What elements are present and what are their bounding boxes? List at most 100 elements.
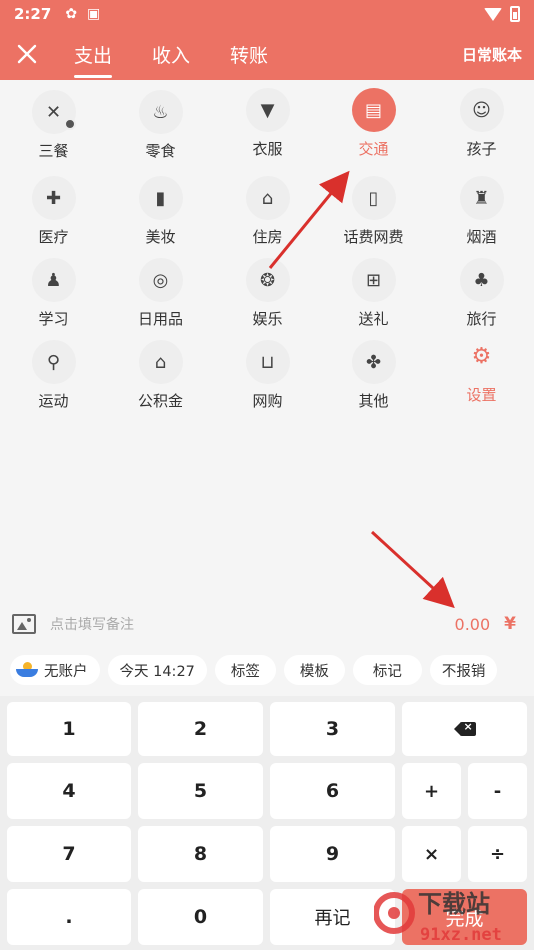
minus-button[interactable]: - bbox=[468, 763, 527, 819]
category-daily-goods[interactable]: ◎ 日用品 bbox=[107, 258, 214, 329]
gift-icon: ⊞ bbox=[351, 258, 396, 302]
category-online-shopping[interactable]: ⊔ 网购 bbox=[214, 340, 321, 411]
category-label: 孩子 bbox=[466, 140, 497, 158]
category-phone-bill[interactable]: ▯ 话费网费 bbox=[320, 176, 427, 247]
category-label: 三餐 bbox=[38, 142, 69, 160]
plus-button[interactable]: + bbox=[402, 763, 461, 819]
tab-transfer[interactable]: 转账 bbox=[210, 28, 288, 80]
category-label: 日用品 bbox=[137, 310, 183, 328]
backspace-icon: × bbox=[453, 720, 476, 736]
key-dot[interactable]: . bbox=[7, 889, 131, 945]
account-chip[interactable]: 无账户 bbox=[10, 655, 100, 685]
category-label: 零食 bbox=[145, 142, 176, 160]
category-label: 其他 bbox=[358, 392, 389, 410]
key-0[interactable]: 0 bbox=[138, 889, 263, 945]
shirt-icon: ▼ bbox=[245, 88, 290, 132]
site-watermark: 下载站 91xz.net bbox=[373, 878, 530, 948]
watermark-logo-icon: 下载站 91xz.net bbox=[373, 890, 502, 945]
key-2[interactable]: 2 bbox=[138, 702, 263, 756]
category-label: 网购 bbox=[252, 392, 283, 410]
category-study[interactable]: ♟ 学习 bbox=[0, 258, 107, 329]
category-label: 旅行 bbox=[466, 310, 497, 328]
grid-icon: ✤ bbox=[351, 340, 396, 384]
category-meals[interactable]: ✕ 三餐 bbox=[0, 90, 107, 161]
category-snacks[interactable]: ♨ 零食 bbox=[107, 90, 214, 161]
category-label: 运动 bbox=[38, 392, 69, 410]
category-entertainment[interactable]: ❂ 娱乐 bbox=[214, 258, 321, 329]
key-9[interactable]: 9 bbox=[270, 826, 395, 882]
more-badge-icon bbox=[63, 118, 76, 130]
house-icon: ⌂ bbox=[245, 176, 290, 220]
category-label: 送礼 bbox=[358, 310, 389, 328]
category-gifts[interactable]: ⊞ 送礼 bbox=[320, 258, 427, 329]
status-time: 2:27 bbox=[14, 5, 52, 23]
category-settings[interactable]: ⚙ 设置 bbox=[428, 334, 534, 405]
medicine-icon: ✚ bbox=[31, 176, 76, 220]
reimburse-chip[interactable]: 不报销 bbox=[429, 655, 498, 685]
options-chips: 无账户 今天 14:27 标签 模板 标记 不报销 bbox=[0, 654, 534, 686]
key-3[interactable]: 3 bbox=[270, 702, 395, 756]
category-sports[interactable]: ⚲ 运动 bbox=[0, 340, 107, 411]
template-chip[interactable]: 模板 bbox=[283, 655, 345, 685]
category-label: 公积金 bbox=[137, 392, 183, 410]
category-makeup[interactable]: ▮ 美妆 bbox=[107, 176, 214, 247]
account-book-button[interactable]: 日常账本 bbox=[462, 44, 534, 65]
key-1[interactable]: 1 bbox=[7, 702, 131, 756]
multiply-button[interactable]: × bbox=[402, 826, 461, 882]
category-label: 烟酒 bbox=[466, 228, 497, 246]
status-bar: 2:27 ✿ ▣ bbox=[0, 0, 534, 28]
palm-tree-icon: ♣ bbox=[459, 258, 504, 302]
category-label: 娱乐 bbox=[252, 310, 283, 328]
header-bar: 支出 收入 转账 日常账本 bbox=[0, 28, 534, 80]
category-label: 美妆 bbox=[145, 228, 176, 246]
add-image-icon[interactable] bbox=[12, 614, 36, 634]
category-label: 住房 bbox=[252, 228, 283, 246]
amount-display: 0.00 bbox=[454, 614, 491, 634]
tags-chip[interactable]: 标签 bbox=[214, 655, 276, 685]
category-clothes[interactable]: ▼ 衣服 bbox=[214, 88, 321, 159]
bottle-icon: ♜ bbox=[459, 176, 504, 220]
date-chip[interactable]: 今天 14:27 bbox=[107, 655, 207, 685]
category-housing[interactable]: ⌂ 住房 bbox=[214, 176, 321, 247]
wifi-icon bbox=[484, 7, 502, 21]
category-transport[interactable]: ▤ 交通 bbox=[320, 88, 427, 159]
memo-row: 点击填写备注 0.00 ¥ bbox=[0, 604, 534, 644]
category-label: 交通 bbox=[358, 140, 389, 158]
category-medical[interactable]: ✚ 医疗 bbox=[0, 176, 107, 247]
close-button[interactable] bbox=[0, 28, 54, 80]
close-icon bbox=[17, 44, 37, 64]
key-7[interactable]: 7 bbox=[7, 826, 131, 882]
category-kids[interactable]: ☺ 孩子 bbox=[428, 88, 534, 159]
arrow-to-amount bbox=[370, 530, 455, 609]
watermark-text: 下载站 bbox=[418, 890, 490, 918]
baby-face-icon: ☺ bbox=[459, 88, 504, 132]
category-travel[interactable]: ♣ 旅行 bbox=[428, 258, 534, 329]
house-fund-icon: ⌂ bbox=[138, 340, 183, 384]
divide-button[interactable]: ÷ bbox=[468, 826, 527, 882]
category-label: 话费网费 bbox=[343, 228, 404, 246]
phone-icon: ▯ bbox=[351, 176, 396, 220]
key-6[interactable]: 6 bbox=[270, 763, 395, 819]
currency-button[interactable]: ¥ bbox=[504, 614, 516, 634]
tab-income[interactable]: 收入 bbox=[132, 28, 210, 80]
category-other[interactable]: ✤ 其他 bbox=[320, 340, 427, 411]
app-notification-icon: ✿ bbox=[65, 6, 78, 22]
key-4[interactable]: 4 bbox=[7, 763, 131, 819]
memo-input[interactable]: 点击填写备注 bbox=[50, 614, 134, 634]
bicycle-icon: ⚲ bbox=[31, 340, 76, 384]
backspace-button[interactable]: × bbox=[402, 702, 527, 756]
category-tobacco-alcohol[interactable]: ♜ 烟酒 bbox=[428, 176, 534, 247]
category-housing-fund[interactable]: ⌂ 公积金 bbox=[107, 340, 214, 411]
cart-icon: ⊔ bbox=[245, 340, 290, 384]
gear-icon: ⚙ bbox=[471, 343, 492, 369]
fork-knife-icon: ✕ bbox=[31, 90, 76, 134]
bus-icon: ▤ bbox=[351, 88, 396, 132]
tab-expense[interactable]: 支出 bbox=[54, 28, 132, 80]
cupcake-icon: ♨ bbox=[138, 90, 183, 134]
student-icon: ♟ bbox=[31, 258, 76, 302]
mark-chip[interactable]: 标记 bbox=[352, 655, 422, 685]
key-5[interactable]: 5 bbox=[138, 763, 263, 819]
category-label: 衣服 bbox=[252, 140, 283, 158]
category-label: 设置 bbox=[466, 386, 497, 404]
key-8[interactable]: 8 bbox=[138, 826, 263, 882]
